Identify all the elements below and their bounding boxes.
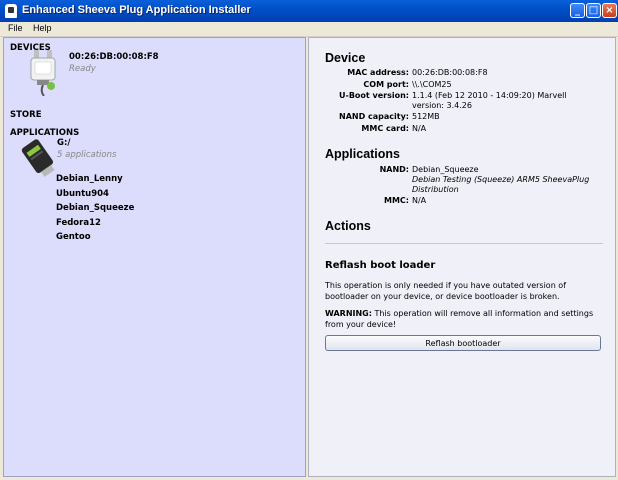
- field-label: MMC card:: [361, 124, 409, 133]
- maximize-button[interactable]: □: [586, 3, 601, 18]
- details-pane: Device MAC address: 00:26:DB:00:08:F8 CO…: [308, 37, 616, 477]
- close-button[interactable]: ×: [602, 3, 617, 18]
- field-label: MMC:: [384, 196, 409, 205]
- field-value: N/A: [412, 196, 427, 205]
- menu-file[interactable]: File: [8, 23, 23, 33]
- minimize-button[interactable]: _: [570, 3, 585, 18]
- applications-section-heading: Applications: [325, 147, 401, 161]
- device-status: Ready: [69, 64, 96, 74]
- store-heading[interactable]: STORE: [10, 110, 42, 120]
- field-value: 1.1.4 (Feb 12 2010 - 14:09:20) Marvell v…: [412, 91, 567, 110]
- application-list: Debian_Lenny Ubuntu904 Debian_Squeeze Fe…: [56, 174, 134, 247]
- list-item[interactable]: Ubuntu904: [56, 189, 134, 204]
- reflash-bootloader-button[interactable]: Reflash bootloader: [325, 335, 601, 351]
- field-value: \\.\COM25: [412, 80, 452, 89]
- list-item[interactable]: Debian_Squeeze: [56, 203, 134, 218]
- field-label: NAND capacity:: [339, 112, 409, 121]
- device-mac[interactable]: 00:26:DB:00:08:F8: [69, 52, 159, 62]
- drive-app-count: 5 applications: [57, 150, 117, 160]
- nand-app-block: Debian_Squeeze Debian Testing (Squeeze) …: [412, 165, 602, 195]
- nand-app-name: Debian_Squeeze: [412, 165, 479, 174]
- field-label: MAC address:: [347, 68, 409, 77]
- list-item[interactable]: Gentoo: [56, 232, 134, 247]
- reflash-heading: Reflash boot loader: [325, 260, 436, 271]
- divider: [325, 243, 603, 244]
- app-icon: [5, 4, 17, 18]
- title-bar: Enhanced Sheeva Plug Application Install…: [0, 0, 618, 22]
- menu-help[interactable]: Help: [33, 23, 52, 33]
- field-value: 512MB: [412, 112, 440, 121]
- menu-bar: File Help: [0, 22, 618, 37]
- field-label: U-Boot version:: [339, 91, 409, 100]
- list-item[interactable]: Debian_Lenny: [56, 174, 134, 189]
- window-title: Enhanced Sheeva Plug Application Install…: [22, 4, 251, 16]
- field-label: COM port:: [363, 80, 409, 89]
- actions-heading: Actions: [325, 219, 371, 233]
- device-heading: Device: [325, 51, 366, 65]
- reflash-warning: WARNING: This operation will remove all …: [325, 309, 607, 330]
- field-value: 00:26:DB:00:08:F8: [412, 68, 488, 77]
- warning-label: WARNING:: [325, 309, 372, 318]
- list-item[interactable]: Fedora12: [56, 218, 134, 233]
- plug-icon[interactable]: [28, 50, 58, 96]
- drive-path[interactable]: G:/: [57, 138, 70, 148]
- usb-drive-icon[interactable]: [20, 137, 56, 177]
- reflash-info: This operation is only needed if you hav…: [325, 281, 567, 301]
- field-value: N/A: [412, 124, 427, 133]
- field-label: NAND:: [379, 165, 409, 174]
- navigation-pane: DEVICES 00:26:DB:00:08:F8 Ready STORE AP…: [3, 37, 306, 477]
- nand-app-description: Debian Testing (Squeeze) ARM5 SheevaPlug…: [412, 175, 590, 194]
